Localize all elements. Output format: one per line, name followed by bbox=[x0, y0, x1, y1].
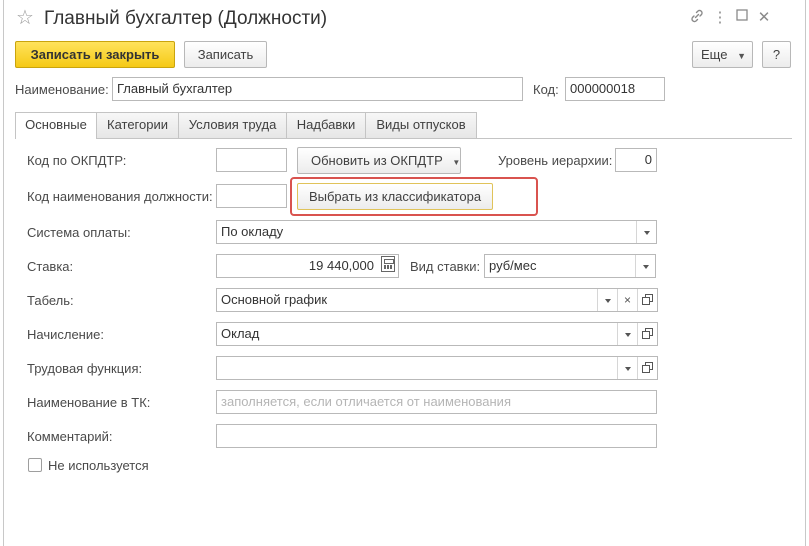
payment-system-value: По окладу bbox=[221, 224, 284, 239]
more-actions-button[interactable]: Еще ▼ bbox=[692, 41, 753, 68]
tab-working-conditions[interactable]: Условия труда bbox=[178, 112, 287, 138]
more-actions-label: Еще bbox=[701, 47, 728, 62]
okpdtr-field[interactable] bbox=[216, 148, 287, 172]
rate-type-value: руб/мес bbox=[489, 258, 537, 273]
chevron-down-icon: ▼ bbox=[452, 158, 461, 167]
save-and-close-button[interactable]: Записать и закрыть bbox=[15, 41, 175, 68]
tab-allowances[interactable]: Надбавки bbox=[286, 112, 366, 138]
tk-name-label: Наименование в ТК: bbox=[27, 395, 151, 410]
dropdown-arrow-icon[interactable] bbox=[597, 289, 617, 311]
comment-label: Комментарий: bbox=[27, 429, 113, 444]
timesheet-value: Основной график bbox=[221, 292, 328, 307]
timesheet-label: Табель: bbox=[27, 293, 74, 308]
accrual-label: Начисление: bbox=[27, 327, 104, 342]
open-icon[interactable] bbox=[637, 289, 657, 311]
accrual-value: Оклад bbox=[221, 326, 260, 341]
labor-function-select[interactable] bbox=[216, 356, 658, 380]
okpdtr-label: Код по ОКПДТР: bbox=[27, 153, 127, 168]
name-field[interactable]: Главный бухгалтер bbox=[112, 77, 523, 101]
save-button[interactable]: Записать bbox=[184, 41, 267, 68]
dropdown-arrow-icon[interactable] bbox=[636, 221, 656, 243]
position-code-label: Код наименования должности: bbox=[27, 189, 213, 204]
window-title: Главный бухгалтер (Должности) bbox=[44, 8, 328, 29]
close-icon[interactable]: ✕ bbox=[754, 8, 774, 28]
open-icon[interactable] bbox=[637, 357, 657, 379]
hierarchy-label: Уровень иерархии: bbox=[498, 153, 613, 168]
position-code-field[interactable] bbox=[216, 184, 287, 208]
tk-name-field[interactable]: заполняется, если отличается от наименов… bbox=[216, 390, 657, 414]
open-icon[interactable] bbox=[637, 323, 657, 345]
chevron-down-icon: ▼ bbox=[737, 51, 746, 61]
comment-field[interactable] bbox=[216, 424, 657, 448]
more-icon[interactable]: ⋮ bbox=[710, 8, 730, 28]
rate-type-select[interactable]: руб/мес bbox=[484, 254, 656, 278]
rate-type-label: Вид ставки: bbox=[410, 259, 481, 274]
accrual-select[interactable]: Оклад bbox=[216, 322, 658, 346]
update-from-okpdtr-button[interactable]: Обновить из ОКПДТР ▼ bbox=[297, 147, 461, 174]
clear-icon[interactable]: × bbox=[617, 289, 637, 311]
help-button[interactable]: ? bbox=[762, 41, 791, 68]
labor-function-label: Трудовая функция: bbox=[27, 361, 143, 376]
dropdown-arrow-icon[interactable] bbox=[617, 323, 637, 345]
tab-vacation-types[interactable]: Виды отпусков bbox=[365, 112, 477, 138]
payment-system-label: Система оплаты: bbox=[27, 225, 131, 240]
highlight-frame bbox=[290, 177, 538, 216]
maximize-icon[interactable] bbox=[732, 8, 752, 28]
rate-label: Ставка: bbox=[27, 259, 74, 274]
not-used-label: Не используется bbox=[48, 458, 149, 473]
tab-main[interactable]: Основные bbox=[15, 112, 97, 139]
tab-categories[interactable]: Категории bbox=[96, 112, 179, 138]
payment-system-select[interactable]: По окладу bbox=[216, 220, 657, 244]
not-used-checkbox[interactable] bbox=[28, 458, 42, 472]
code-label: Код: bbox=[533, 82, 559, 97]
dropdown-arrow-icon[interactable] bbox=[617, 357, 637, 379]
code-field[interactable]: 000000018 bbox=[565, 77, 665, 101]
timesheet-select[interactable]: Основной график × bbox=[216, 288, 658, 312]
star-icon[interactable]: ☆ bbox=[16, 6, 34, 30]
rate-field[interactable]: 19 440,000 bbox=[216, 254, 399, 278]
dropdown-arrow-icon[interactable] bbox=[635, 255, 655, 277]
update-from-okpdtr-label: Обновить из ОКПДТР bbox=[311, 153, 443, 168]
name-label: Наименование: bbox=[15, 82, 109, 97]
calculator-icon[interactable] bbox=[381, 256, 395, 272]
hierarchy-field[interactable]: 0 bbox=[615, 148, 657, 172]
link-icon[interactable] bbox=[687, 8, 707, 28]
